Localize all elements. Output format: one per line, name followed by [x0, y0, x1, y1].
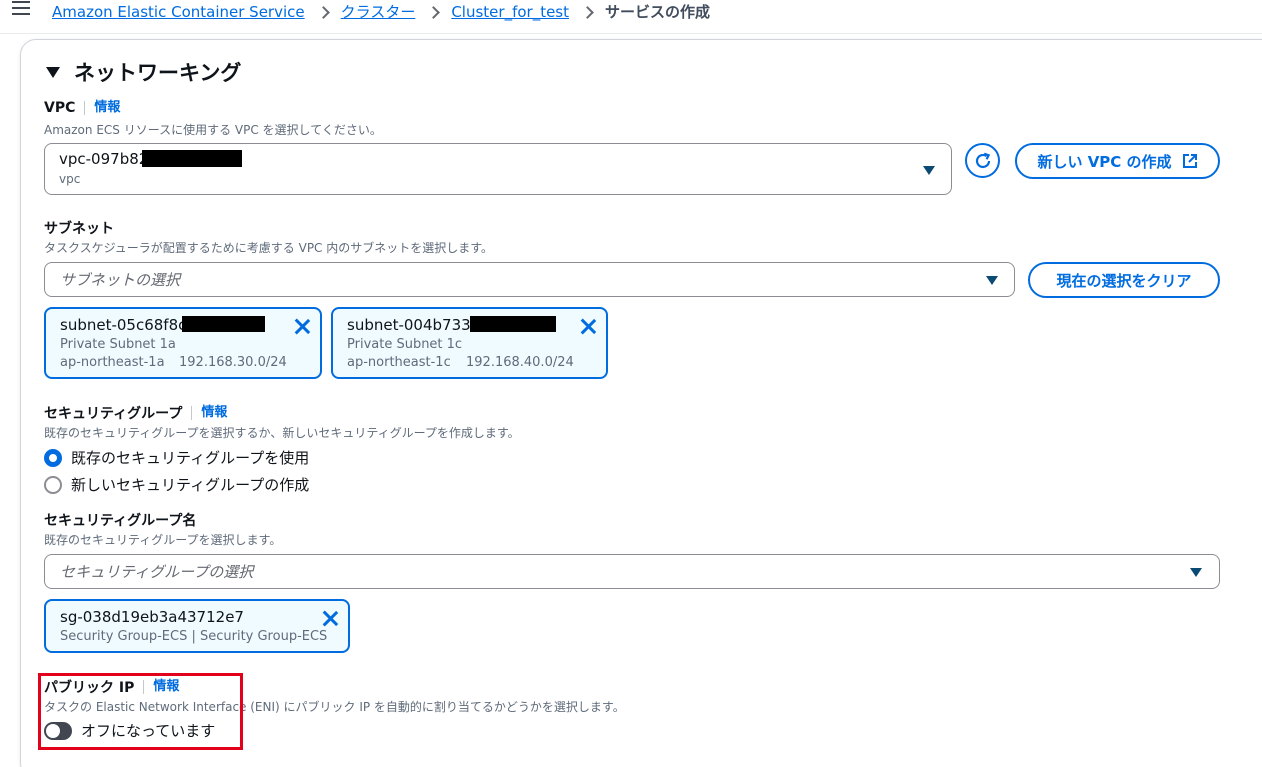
- vpc-info-link[interactable]: 情報: [84, 101, 120, 115]
- security-group-token: sg-038d19eb3a43712e7 Security Group-ECS …: [44, 599, 350, 653]
- breadcrumb-clusters[interactable]: クラスター: [341, 1, 416, 22]
- radio-button-checked[interactable]: [44, 448, 62, 467]
- subnet-token-az: ap-northeast-1a: [60, 355, 165, 370]
- subnet-description: タスクスケジューラが配置するために考慮する VPC 内のサブネットを選択します。: [44, 241, 494, 255]
- chevron-right-icon: [582, 6, 592, 18]
- redaction-bar: [182, 316, 265, 332]
- vpc-label: VPC: [44, 100, 76, 116]
- radio-label: 新しいセキュリティグループの作成: [71, 476, 310, 494]
- subnet-label-row: サブネット: [44, 218, 114, 238]
- vpc-label-row: VPC 情報: [44, 100, 120, 116]
- external-link-icon: [1182, 154, 1197, 168]
- caret-down-icon: [1190, 568, 1202, 577]
- breadcrumb: Amazon Elastic Container Service クラスター C…: [52, 1, 710, 22]
- subnet-token-desc: Private Subnet 1c: [347, 337, 463, 352]
- highlight-box: [38, 673, 243, 750]
- security-group-name-label: セキュリティグループ名: [44, 513, 197, 529]
- security-group-token-name: sg-038d19eb3a43712e7: [60, 608, 244, 626]
- chevron-right-icon: [428, 6, 438, 18]
- close-icon[interactable]: [294, 318, 310, 334]
- radio-button[interactable]: [44, 475, 62, 494]
- top-bar: Amazon Elastic Container Service クラスター C…: [0, 0, 1262, 26]
- subnet-placeholder: サブネットの選択: [60, 271, 181, 289]
- caret-down-icon: [986, 276, 998, 285]
- vpc-select-sub: vpc: [59, 172, 81, 186]
- refresh-icon: [975, 152, 991, 169]
- security-group-label-row: セキュリティグループ 情報: [44, 403, 227, 423]
- subnet-token-name: subnet-004b7335: [347, 316, 481, 334]
- security-group-label: セキュリティグループ: [44, 406, 183, 422]
- security-group-placeholder: セキュリティグループの選択: [60, 563, 254, 581]
- radio-new-security-group[interactable]: 新しいセキュリティグループの作成: [44, 474, 309, 495]
- redaction-bar: [470, 316, 556, 332]
- clear-selection-button[interactable]: 現在の選択をクリア: [1028, 262, 1220, 298]
- close-icon[interactable]: [322, 610, 338, 626]
- security-group-name-description: 既存のセキュリティグループを選択します。: [44, 533, 282, 547]
- create-vpc-button[interactable]: 新しい VPC の作成: [1015, 143, 1220, 179]
- section-header[interactable]: ネットワーキング: [46, 57, 241, 87]
- caret-down-icon: [923, 166, 935, 175]
- vpc-select-value: vpc-097b82: [59, 150, 149, 168]
- security-group-select[interactable]: セキュリティグループの選択: [44, 554, 1220, 589]
- clear-selection-label: 現在の選択をクリア: [1056, 271, 1192, 290]
- refresh-button[interactable]: [965, 143, 1000, 178]
- subnet-label: サブネット: [44, 221, 114, 237]
- redaction-bar: [142, 150, 242, 167]
- subnet-token-desc: Private Subnet 1a: [60, 337, 176, 352]
- subnet-select[interactable]: サブネットの選択: [44, 262, 1015, 297]
- subnet-token-name: subnet-05c68f8c: [60, 316, 187, 334]
- header-divider: [0, 33, 1262, 34]
- security-group-token-desc: Security Group-ECS | Security Group-ECS: [60, 629, 328, 644]
- subnet-token-cidr: 192.168.40.0/24: [466, 355, 574, 370]
- create-vpc-label: 新しい VPC の作成: [1037, 152, 1172, 171]
- security-group-name-label-row: セキュリティグループ名: [44, 510, 196, 530]
- vpc-description: Amazon ECS リソースに使用する VPC を選択してください。: [44, 123, 382, 137]
- close-icon[interactable]: [580, 318, 596, 334]
- breadcrumb-current: サービスの作成: [605, 3, 711, 21]
- radio-label: 既存のセキュリティグループを使用: [71, 449, 310, 467]
- security-group-info-link[interactable]: 情報: [191, 406, 227, 420]
- breadcrumb-cluster[interactable]: Cluster_for_test: [451, 3, 569, 21]
- section-title: ネットワーキング: [74, 61, 242, 85]
- radio-existing-security-group[interactable]: 既存のセキュリティグループを使用: [44, 447, 309, 468]
- breadcrumb-ecs[interactable]: Amazon Elastic Container Service: [52, 3, 305, 21]
- menu-icon[interactable]: [12, 1, 30, 17]
- caret-down-icon: [46, 66, 60, 78]
- security-group-description: 既存のセキュリティグループを選択するか、新しいセキュリティグループを作成します。: [44, 426, 520, 440]
- chevron-right-icon: [318, 6, 328, 18]
- subnet-token-az: ap-northeast-1c: [347, 355, 451, 370]
- subnet-token-cidr: 192.168.30.0/24: [179, 355, 287, 370]
